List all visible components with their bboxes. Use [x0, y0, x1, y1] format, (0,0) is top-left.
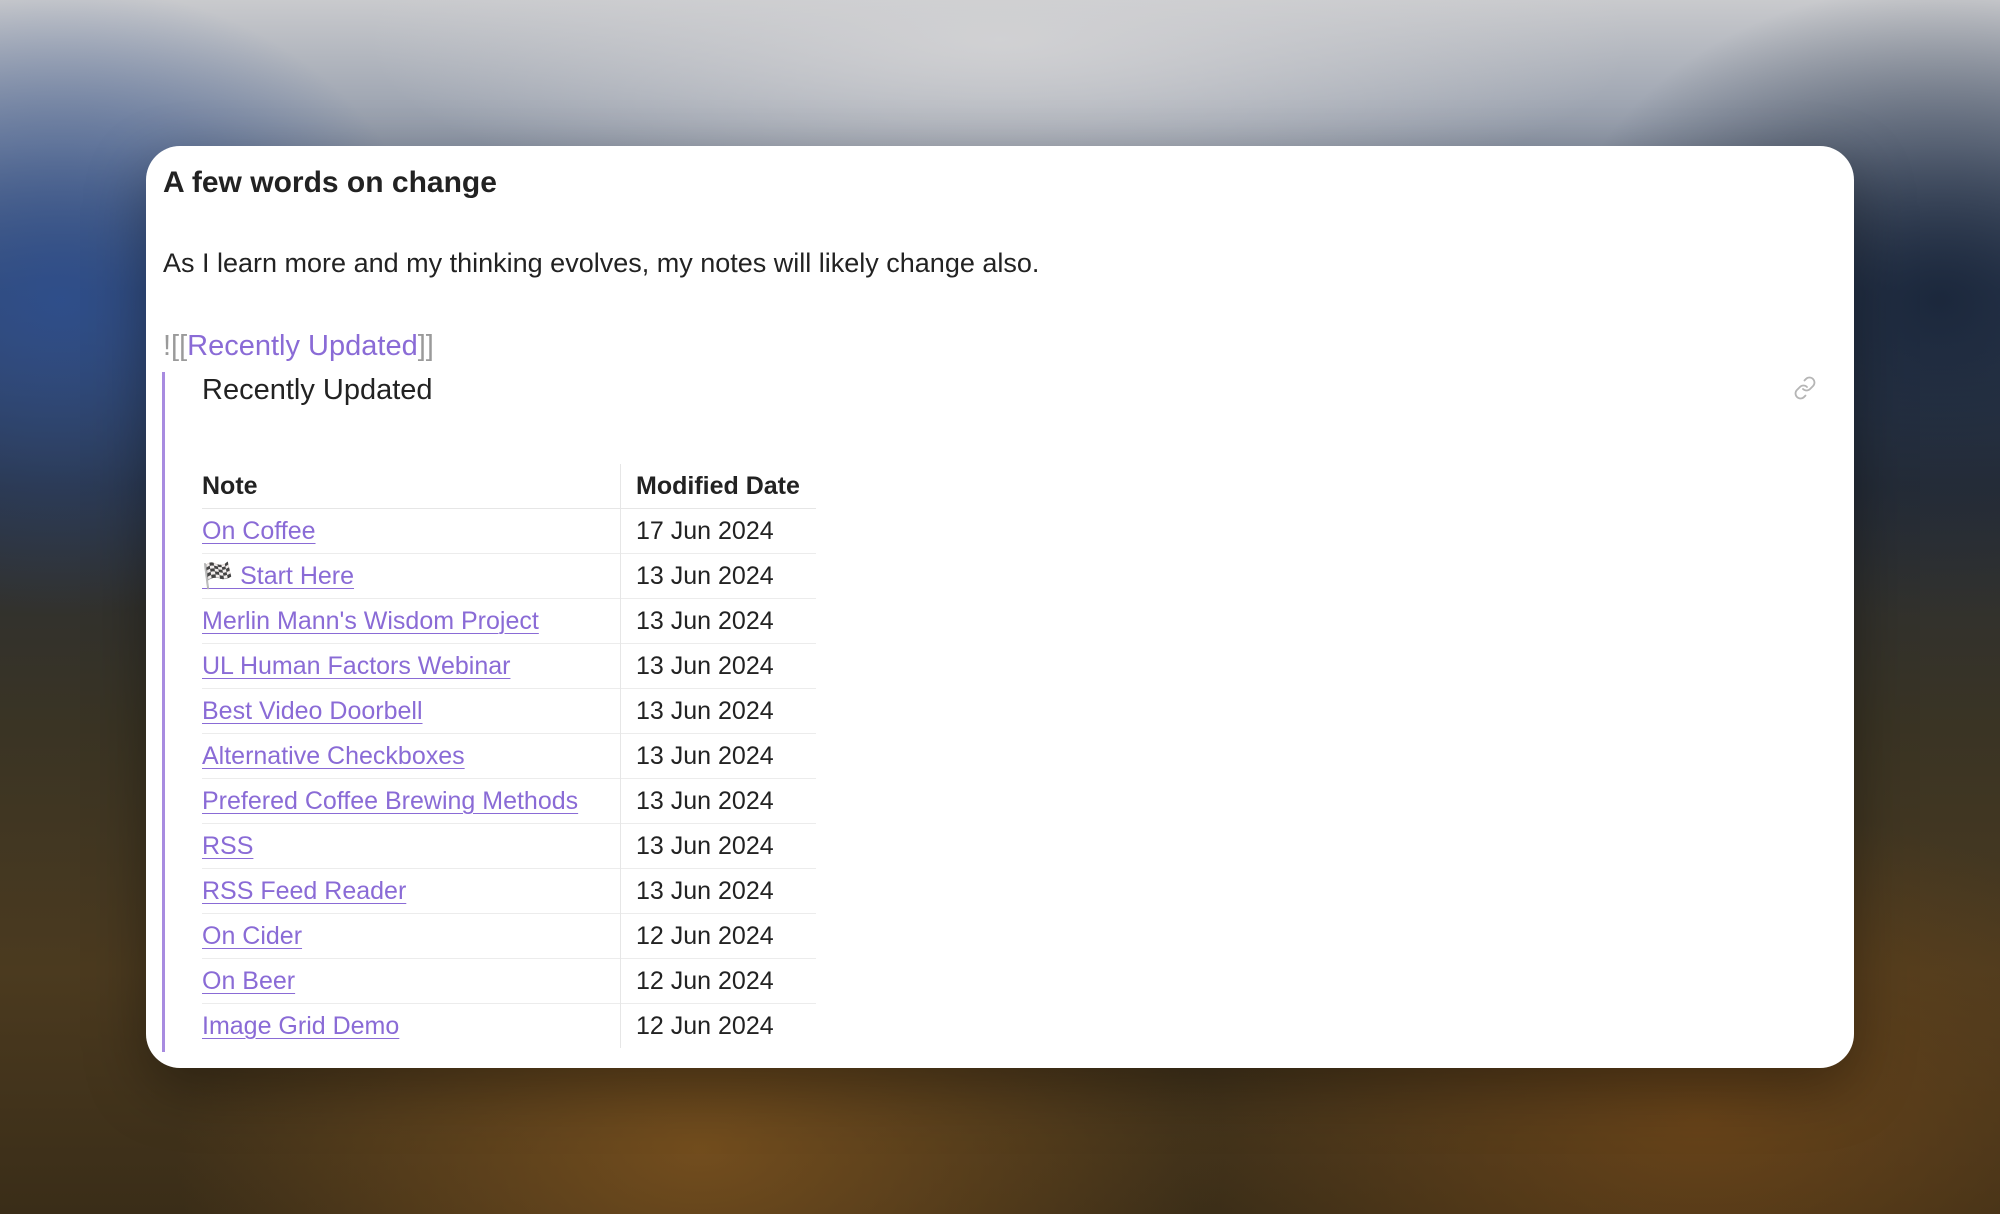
note-link[interactable]: Prefered Coffee Brewing Methods: [202, 787, 578, 815]
note-paragraph: As I learn more and my thinking evolves,…: [163, 248, 1040, 278]
table-row: On Coffee 17 Jun 2024: [202, 508, 816, 554]
note-link[interactable]: On Coffee: [202, 517, 316, 545]
table-row: RSS Feed Reader 13 Jun 2024: [202, 868, 816, 914]
note-link[interactable]: Best Video Doorbell: [202, 697, 423, 725]
link-icon[interactable]: [1791, 374, 1819, 402]
note-cell: On Coffee: [202, 508, 621, 554]
note-cell: Merlin Mann's Wisdom Project: [202, 598, 621, 644]
note-cell: 🏁 Start Here: [202, 553, 621, 599]
date-cell: 13 Jun 2024: [620, 598, 816, 644]
table-row: UL Human Factors Webinar 13 Jun 2024: [202, 643, 816, 689]
table-row: Alternative Checkboxes 13 Jun 2024: [202, 733, 816, 779]
table-row: On Cider 12 Jun 2024: [202, 913, 816, 959]
note-link[interactable]: On Beer: [202, 967, 295, 995]
embed-syntax-suffix: ]]: [417, 330, 434, 362]
table-row: On Beer 12 Jun 2024: [202, 958, 816, 1004]
note-link[interactable]: On Cider: [202, 922, 302, 950]
table-row: Best Video Doorbell 13 Jun 2024: [202, 688, 816, 734]
note-cell: On Cider: [202, 913, 621, 959]
embedded-note: Recently Updated Note Modified Date On C…: [162, 372, 1835, 1052]
note-link[interactable]: RSS Feed Reader: [202, 877, 406, 905]
note-cell: On Beer: [202, 958, 621, 1004]
column-header-modified-date: Modified Date: [620, 464, 816, 509]
date-cell: 12 Jun 2024: [620, 1003, 816, 1048]
date-cell: 13 Jun 2024: [620, 688, 816, 734]
note-cell: Alternative Checkboxes: [202, 733, 621, 779]
note-link[interactable]: 🏁 Start Here: [202, 562, 354, 590]
note-cell: Prefered Coffee Brewing Methods: [202, 778, 621, 824]
table-row: RSS 13 Jun 2024: [202, 823, 816, 869]
date-cell: 13 Jun 2024: [620, 778, 816, 824]
date-cell: 13 Jun 2024: [620, 643, 816, 689]
note-cell: RSS: [202, 823, 621, 869]
table-row: Merlin Mann's Wisdom Project 13 Jun 2024: [202, 598, 816, 644]
embed-link[interactable]: Recently Updated: [187, 330, 418, 362]
date-cell: 12 Jun 2024: [620, 913, 816, 959]
table-header-row: Note Modified Date: [202, 464, 816, 509]
embed-syntax: ![[Recently Updated]]: [163, 330, 434, 363]
note-link[interactable]: Merlin Mann's Wisdom Project: [202, 607, 539, 635]
date-cell: 13 Jun 2024: [620, 823, 816, 869]
date-cell: 13 Jun 2024: [620, 553, 816, 599]
note-link[interactable]: Image Grid Demo: [202, 1012, 399, 1040]
recently-updated-table: Note Modified Date On Coffee 17 Jun 2024…: [202, 464, 816, 1048]
date-cell: 13 Jun 2024: [620, 868, 816, 914]
date-cell: 12 Jun 2024: [620, 958, 816, 1004]
note-cell: RSS Feed Reader: [202, 868, 621, 914]
table-row: Prefered Coffee Brewing Methods 13 Jun 2…: [202, 778, 816, 824]
column-header-note: Note: [202, 464, 621, 509]
note-link[interactable]: RSS: [202, 832, 253, 860]
note-cell: UL Human Factors Webinar: [202, 643, 621, 689]
note-window: A few words on change As I learn more an…: [146, 146, 1854, 1068]
embed-syntax-prefix: ![[: [163, 330, 188, 362]
table-row: Image Grid Demo 12 Jun 2024: [202, 1003, 816, 1048]
note-link[interactable]: Alternative Checkboxes: [202, 742, 465, 770]
note-heading: A few words on change: [163, 166, 497, 199]
date-cell: 13 Jun 2024: [620, 733, 816, 779]
date-cell: 17 Jun 2024: [620, 508, 816, 554]
table-row: 🏁 Start Here 13 Jun 2024: [202, 553, 816, 599]
embed-title: Recently Updated: [202, 374, 433, 406]
note-cell: Image Grid Demo: [202, 1003, 621, 1048]
note-cell: Best Video Doorbell: [202, 688, 621, 734]
note-link[interactable]: UL Human Factors Webinar: [202, 652, 510, 680]
